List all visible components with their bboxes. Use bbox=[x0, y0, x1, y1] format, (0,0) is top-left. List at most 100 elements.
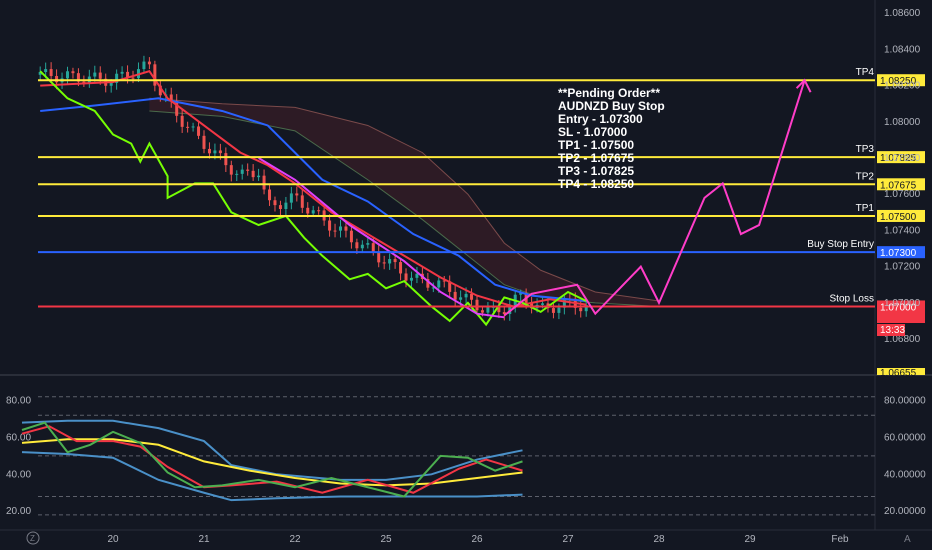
candle-body bbox=[295, 193, 299, 196]
candle-body bbox=[246, 169, 250, 171]
candle-body bbox=[207, 148, 211, 154]
time-tick-label: 20 bbox=[107, 534, 119, 545]
candle-body bbox=[377, 251, 381, 263]
candle-body bbox=[360, 244, 364, 249]
level-name: TP4 bbox=[856, 67, 875, 78]
price-tick-label: 1.08200 bbox=[884, 81, 921, 92]
level-price-label: 1.07500 bbox=[880, 212, 917, 223]
candle-body bbox=[311, 210, 315, 214]
oscillator-right-tick: 60.00000 bbox=[884, 432, 926, 443]
candle-body bbox=[197, 126, 201, 136]
price-tick-label: 1.07400 bbox=[884, 225, 921, 236]
candle-body bbox=[459, 297, 463, 300]
level-name: Stop Loss bbox=[830, 293, 874, 304]
annotation-line: TP2 - 1.07675 bbox=[558, 151, 634, 165]
candle-body bbox=[49, 69, 53, 77]
candle-body bbox=[131, 77, 135, 79]
candle-body bbox=[388, 259, 392, 264]
time-tick-label: 28 bbox=[653, 534, 665, 545]
candle-body bbox=[147, 61, 151, 65]
candle-body bbox=[109, 82, 113, 86]
oscillator-right-tick: 80.00000 bbox=[884, 395, 926, 406]
annotation-line: TP1 - 1.07500 bbox=[558, 138, 634, 152]
candle-body bbox=[235, 173, 239, 175]
time-tick-label: 21 bbox=[198, 534, 210, 545]
trading-chart: TP41.08250TP31.07825TP21.07675TP11.07500… bbox=[0, 0, 932, 550]
time-tick-label: 29 bbox=[744, 534, 756, 545]
candle-body bbox=[98, 72, 102, 79]
time-tick-label: 22 bbox=[289, 534, 301, 545]
candle-body bbox=[55, 76, 59, 83]
oscillator-right-tick: 20.00000 bbox=[884, 506, 926, 517]
candle-body bbox=[300, 195, 304, 208]
candle-body bbox=[470, 293, 474, 300]
annotation-line: AUDNZD Buy Stop bbox=[558, 99, 665, 113]
candle-body bbox=[186, 126, 190, 128]
oscillator-left-tick: 20.00 bbox=[6, 506, 31, 517]
candle-body bbox=[409, 277, 413, 281]
time-tick-label: 26 bbox=[471, 534, 483, 545]
candle-body bbox=[71, 71, 75, 74]
candle-body bbox=[339, 226, 342, 231]
candle-body bbox=[229, 165, 233, 175]
candle-body bbox=[191, 126, 195, 128]
price-tick-label: 1.07600 bbox=[884, 189, 921, 200]
candle-body bbox=[289, 193, 293, 203]
candle-body bbox=[382, 262, 386, 264]
candle-body bbox=[251, 170, 255, 178]
candle-body bbox=[213, 150, 217, 154]
annotation-line: TP3 - 1.07825 bbox=[558, 164, 634, 178]
candle-body bbox=[268, 189, 272, 201]
candle-body bbox=[551, 308, 555, 313]
candle-body bbox=[355, 242, 359, 249]
candle-body bbox=[66, 71, 69, 79]
cut-price-label: 1.06655 bbox=[880, 368, 917, 379]
time-tick-label: 25 bbox=[380, 534, 392, 545]
candle-body bbox=[333, 230, 337, 232]
candle-body bbox=[278, 205, 282, 209]
candle-body bbox=[475, 299, 479, 311]
candle-body bbox=[344, 226, 348, 231]
candle-body bbox=[317, 210, 321, 212]
price-tick-label: 1.07800 bbox=[884, 153, 921, 164]
level-name: TP1 bbox=[856, 203, 875, 214]
price-tick-label: 1.08400 bbox=[884, 44, 921, 55]
candle-body bbox=[453, 291, 457, 300]
chart-background bbox=[0, 0, 932, 550]
price-tick-label: 1.07200 bbox=[884, 262, 921, 273]
annotation-line: Entry - 1.07300 bbox=[558, 112, 643, 126]
candle-body bbox=[224, 153, 228, 166]
candle-body bbox=[93, 72, 97, 77]
price-tick-label: 1.08000 bbox=[884, 117, 921, 128]
price-tick-label: 1.07000 bbox=[884, 298, 921, 309]
candle-body bbox=[180, 115, 184, 127]
price-tick-label: 1.08600 bbox=[884, 8, 921, 19]
candle-body bbox=[240, 169, 244, 174]
candle-body bbox=[202, 135, 206, 149]
auto-scale-icon[interactable]: A bbox=[904, 534, 911, 545]
candle-body bbox=[464, 293, 468, 298]
candle-body bbox=[480, 310, 484, 313]
candle-body bbox=[371, 243, 375, 252]
candle-body bbox=[257, 175, 261, 178]
candle-body bbox=[349, 230, 353, 243]
time-tick-label: Feb bbox=[831, 534, 849, 545]
level-name: Buy Stop Entry bbox=[807, 239, 874, 250]
current-price-tag bbox=[877, 311, 925, 323]
candle-body bbox=[366, 243, 370, 245]
candle-body bbox=[284, 202, 288, 209]
candle-body bbox=[306, 207, 310, 214]
oscillator-right-tick: 40.00000 bbox=[884, 469, 926, 480]
annotation-line: SL - 1.07000 bbox=[558, 125, 627, 139]
candle-body bbox=[328, 220, 332, 231]
candle-body bbox=[393, 259, 397, 263]
candle-body bbox=[415, 273, 419, 278]
candle-body bbox=[541, 303, 545, 305]
candle-body bbox=[437, 280, 441, 288]
candle-body bbox=[262, 175, 266, 190]
annotation-line: TP4 - 1.08250 bbox=[558, 177, 634, 191]
svg-text:Z: Z bbox=[30, 534, 35, 543]
candle-body bbox=[399, 262, 403, 274]
oscillator-left-tick: 40.00 bbox=[6, 469, 31, 480]
candle-body bbox=[142, 61, 146, 70]
